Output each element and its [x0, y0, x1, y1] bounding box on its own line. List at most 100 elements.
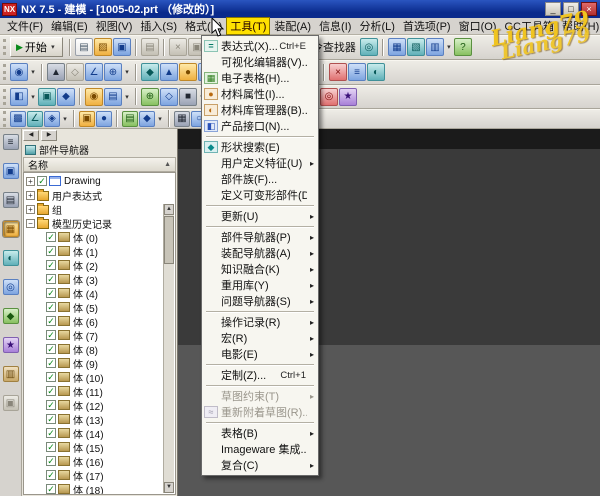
expand-icon[interactable]: + — [26, 190, 35, 200]
tools-menu-item-12[interactable]: 更新(U) ▸ — [203, 208, 317, 224]
tools-menu-item-3[interactable]: ● 材料属性(I)... — [203, 86, 317, 102]
reuse-library-tab[interactable]: ◐ — [2, 250, 19, 266]
tools-menu-item-21[interactable]: 宏(R) ▸ — [203, 330, 317, 346]
delete-icon[interactable]: × — [329, 63, 347, 81]
tools-menu-item-7[interactable]: ◆ 形状搜索(E) — [203, 139, 317, 155]
visibility-checkbox[interactable]: ✓ — [46, 260, 56, 270]
resource-bar-toggle-icon[interactable]: ≡ — [2, 134, 19, 150]
toolbar-grip[interactable] — [3, 110, 6, 127]
tools-menu-item-10[interactable]: 定义可变形部件(D)... — [203, 187, 317, 203]
help-icon[interactable]: ? — [453, 38, 472, 56]
dimension-icon[interactable]: ▦ — [174, 110, 190, 127]
menu-view[interactable]: 视图(V) — [92, 17, 137, 35]
tree-item-10[interactable]: ✓ 体 (6) — [26, 314, 163, 329]
tools-menu-item-1[interactable]: 可视化编辑器(V)... — [203, 54, 317, 70]
toolbar-grip[interactable] — [3, 64, 6, 80]
menu-information[interactable]: 信息(I) — [315, 17, 355, 35]
toolbar-grip[interactable] — [3, 39, 6, 55]
dropdown-caret-icon[interactable]: ▾ — [29, 68, 37, 76]
visibility-checkbox[interactable]: ✓ — [46, 330, 56, 340]
tools-menu-item-5[interactable]: ◧ 产品接口(N)... — [203, 118, 317, 134]
scroll-up-icon[interactable]: ▲ — [164, 204, 174, 215]
tree-item-12[interactable]: ✓ 体 (8) — [26, 342, 163, 357]
datum-axis-icon[interactable]: ▲ — [160, 63, 178, 81]
tree-item-13[interactable]: ✓ 体 (9) — [26, 356, 163, 371]
dropdown-caret-icon[interactable]: ▾ — [156, 115, 164, 123]
tools-menu-item-29[interactable]: 表格(B) ▸ — [203, 425, 317, 441]
tree-item-6[interactable]: ✓ 体 (2) — [26, 258, 163, 273]
select-icon[interactable]: ▲ — [47, 63, 65, 81]
circle-icon[interactable]: ● — [96, 110, 112, 127]
menu-preferences[interactable]: 首选项(P) — [399, 17, 455, 35]
command-finder-icon[interactable]: ◎ — [359, 38, 378, 56]
tools-menu-item-14[interactable]: 部件导航器(P) ▸ — [203, 229, 317, 245]
shaded-view-icon[interactable]: ▣ — [38, 87, 56, 106]
constraint-navigator-tab[interactable]: ▤ — [2, 192, 19, 208]
tools-menu-item-16[interactable]: 知识融合(K) ▸ — [203, 261, 317, 277]
dropdown-caret-icon[interactable]: ▾ — [123, 68, 131, 76]
tree-item-5[interactable]: ✓ 体 (1) — [26, 244, 163, 259]
tree-item-7[interactable]: ✓ 体 (3) — [26, 272, 163, 287]
visibility-checkbox[interactable]: ✓ — [46, 372, 56, 382]
menu-file[interactable]: 文件(F) — [3, 17, 47, 35]
tree-item-15[interactable]: ✓ 体 (11) — [26, 384, 163, 399]
tree-item-16[interactable]: ✓ 体 (12) — [26, 398, 163, 413]
visibility-checkbox[interactable]: ✓ — [46, 428, 56, 438]
toolbar-grip[interactable] — [3, 88, 6, 105]
dropdown-caret-icon[interactable]: ▾ — [445, 43, 453, 51]
cascade-windows-icon[interactable]: ▧ — [406, 38, 425, 56]
assembly-navigator-tab[interactable]: ▣ — [2, 163, 19, 179]
block-icon[interactable]: ■ — [179, 87, 197, 106]
scroll-down-icon[interactable]: ▼ — [164, 482, 174, 493]
tree-item-17[interactable]: ✓ 体 (13) — [26, 412, 163, 427]
part-navigator-tab[interactable]: ▦ — [1, 220, 20, 238]
csys-view-icon[interactable]: ◧ — [10, 87, 28, 106]
visibility-checkbox[interactable]: ✓ — [46, 386, 56, 396]
tools-menu-item-8[interactable]: 用户定义特征(U) ▸ — [203, 155, 317, 171]
menu-insert[interactable]: 插入(S) — [136, 17, 181, 35]
sketch-profile-icon[interactable]: ◈ — [44, 110, 60, 127]
tree-item-3[interactable]: − 模型历史记录 — [26, 216, 163, 231]
tile-windows-icon[interactable]: ▥ — [425, 38, 444, 56]
sketch-icon[interactable]: ▩ — [10, 110, 26, 127]
hd3d-tools-tab[interactable]: ◎ — [2, 279, 19, 295]
snap-point-icon[interactable]: ◉ — [10, 63, 28, 81]
point-constructor-icon[interactable]: ⊕ — [104, 63, 122, 81]
tree-item-21[interactable]: ✓ 体 (17) — [26, 468, 163, 483]
menu-assemblies[interactable]: 装配(A) — [270, 17, 315, 35]
tree-item-4[interactable]: ✓ 体 (0) — [26, 230, 163, 245]
visibility-checkbox[interactable]: ✓ — [46, 316, 56, 326]
visibility-checkbox[interactable]: ✓ — [46, 288, 56, 298]
visibility-checkbox[interactable]: ✓ — [46, 400, 56, 410]
fillet-icon[interactable]: ▤ — [122, 110, 138, 127]
tools-menu-item-18[interactable]: 问题导航器(S) ▸ — [203, 293, 317, 309]
tools-menu-item-26[interactable]: 草图约束(T) ▸ — [203, 388, 317, 404]
tools-menu-item-30[interactable]: Imageware 集成... — [203, 441, 317, 457]
collapse-left-button[interactable]: ◀ — [23, 130, 39, 141]
move-face-icon[interactable]: ★ — [339, 87, 357, 106]
collapse-right-button[interactable]: ▶ — [41, 130, 57, 141]
open-icon[interactable]: ▨ — [93, 38, 112, 56]
tree-scrollbar[interactable]: ▲ ▼ — [163, 204, 174, 493]
angle-snap-icon[interactable]: ∠ — [85, 63, 103, 81]
visibility-checkbox[interactable]: ✓ — [46, 302, 56, 312]
menu-analysis[interactable]: 分析(L) — [355, 17, 398, 35]
title-bar[interactable]: NX NX 7.5 - 建模 - [1005-02.prt （修改的）] _ □… — [0, 0, 600, 18]
history-palette-tab[interactable]: ★ — [2, 337, 19, 353]
tools-menu-item-15[interactable]: 装配导航器(A) ▸ — [203, 245, 317, 261]
extrude-icon[interactable]: ⊕ — [141, 87, 159, 106]
visibility-checkbox[interactable]: ✓ — [46, 442, 56, 452]
half-section-icon[interactable]: ◐ — [367, 63, 385, 81]
expand-icon[interactable]: + — [26, 204, 35, 214]
roles-tab[interactable]: ▣ — [2, 395, 19, 411]
fit-view-icon[interactable]: ▤ — [104, 87, 122, 106]
tools-menu-item-9[interactable]: 部件族(F)... — [203, 171, 317, 187]
list-icon[interactable]: ≡ — [348, 63, 366, 81]
tree-item-9[interactable]: ✓ 体 (5) — [26, 300, 163, 315]
menu-edit[interactable]: 编辑(E) — [47, 17, 92, 35]
save-icon[interactable]: ▣ — [112, 38, 131, 56]
internet-explorer-tab[interactable]: ◆ — [2, 308, 19, 324]
tree-column-header[interactable]: 名称 ▲ — [23, 157, 176, 172]
selection-filter-icon[interactable]: ◇ — [66, 63, 84, 81]
synchronous-icon[interactable]: ◎ — [320, 87, 338, 106]
